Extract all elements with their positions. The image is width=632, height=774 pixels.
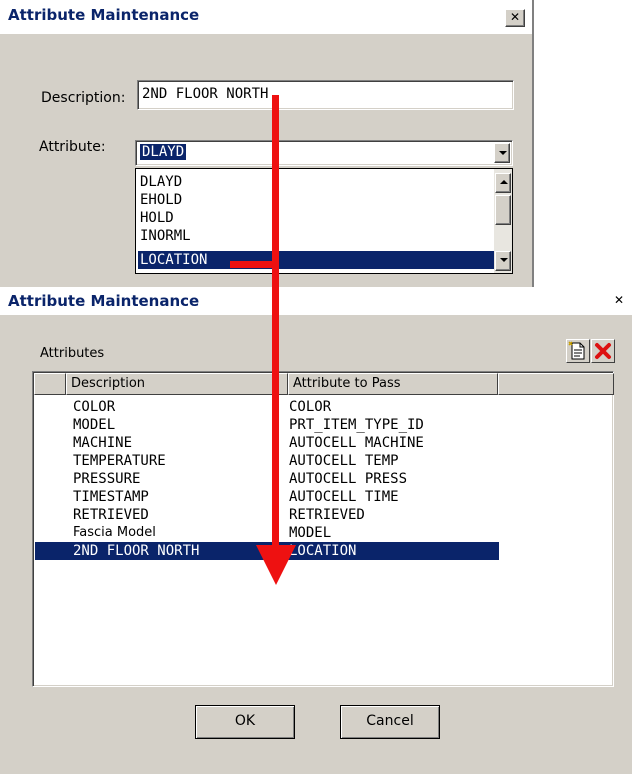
table-row[interactable]: Fascia Model MODEL [35,524,499,542]
attribute-selected-value: DLAYD [140,144,187,160]
header-filler [498,373,614,395]
close-icon: ✕ [613,293,625,307]
cancel-button[interactable]: Cancel [340,705,440,739]
column-header-attribute-to-pass[interactable]: Attribute to Pass [288,373,498,395]
delete-icon [595,343,611,359]
arrow-horizontal-shaft [230,261,276,268]
description-field[interactable]: 2ND FLOOR NORTH [137,80,514,110]
header-spacer [34,373,66,395]
chevron-up-icon [500,180,508,184]
attribute-dialog-bottom: Attribute Maintenance ✕ Attributes Descr… [0,287,632,774]
table-header: Description Attribute to Pass [34,373,614,395]
list-item-selected[interactable]: LOCATION [138,251,494,269]
scroll-down-button[interactable] [495,251,511,271]
window-title: Attribute Maintenance [8,6,200,24]
description-value: 2ND FLOOR NORTH [142,86,269,102]
list-item[interactable]: DLAYD [138,173,494,191]
list-item[interactable]: INORML [138,227,494,245]
table-row[interactable]: MACHINE AUTOCELL MACHINE [35,434,499,452]
ok-button[interactable]: OK [195,705,295,739]
attribute-combobox[interactable]: DLAYD [135,140,513,166]
combobox-dropdown-button[interactable] [494,143,510,163]
window-title: Attribute Maintenance [8,292,200,310]
attribute-label: Attribute: [39,139,106,155]
table-row[interactable]: MODEL PRT_ITEM_TYPE_ID [35,416,499,434]
table-row[interactable]: COLOR COLOR [35,398,499,416]
attribute-dialog-top: Attribute Maintenance ✕ Description: 2ND… [0,0,534,290]
list-item[interactable]: EHOLD [138,191,494,209]
column-header-description[interactable]: Description [66,373,288,395]
delete-attribute-button[interactable] [591,339,615,363]
new-document-icon [568,341,585,360]
scroll-thumb[interactable] [495,195,511,225]
attribute-dropdown-list[interactable]: DLAYD EHOLD HOLD INORML LOCATION [135,168,513,274]
chevron-down-icon [499,151,507,155]
table-row[interactable]: PRESSURE AUTOCELL PRESS [35,470,499,488]
table-row[interactable]: TIMESTAMP AUTOCELL TIME [35,488,499,506]
title-bar: Attribute Maintenance ✕ [0,0,532,34]
title-bar: Attribute Maintenance ✕ [0,287,632,315]
attributes-table[interactable]: Description Attribute to Pass COLOR COLO… [32,371,614,687]
list-item[interactable]: HOLD [138,209,494,227]
dropdown-scrollbar[interactable] [494,169,512,273]
chevron-down-icon [500,258,508,262]
description-label: Description: [41,90,126,106]
new-attribute-button[interactable] [566,339,590,363]
table-row[interactable]: RETRIEVED RETRIEVED [35,506,499,524]
close-icon: ✕ [509,10,521,24]
close-button[interactable]: ✕ [505,9,525,27]
arrow-vertical-shaft [272,95,279,548]
arrowhead-icon [256,545,296,585]
close-button[interactable]: ✕ [611,293,627,309]
attributes-label: Attributes [40,346,105,361]
table-row[interactable]: TEMPERATURE AUTOCELL TEMP [35,452,499,470]
scroll-up-button[interactable] [495,173,511,193]
